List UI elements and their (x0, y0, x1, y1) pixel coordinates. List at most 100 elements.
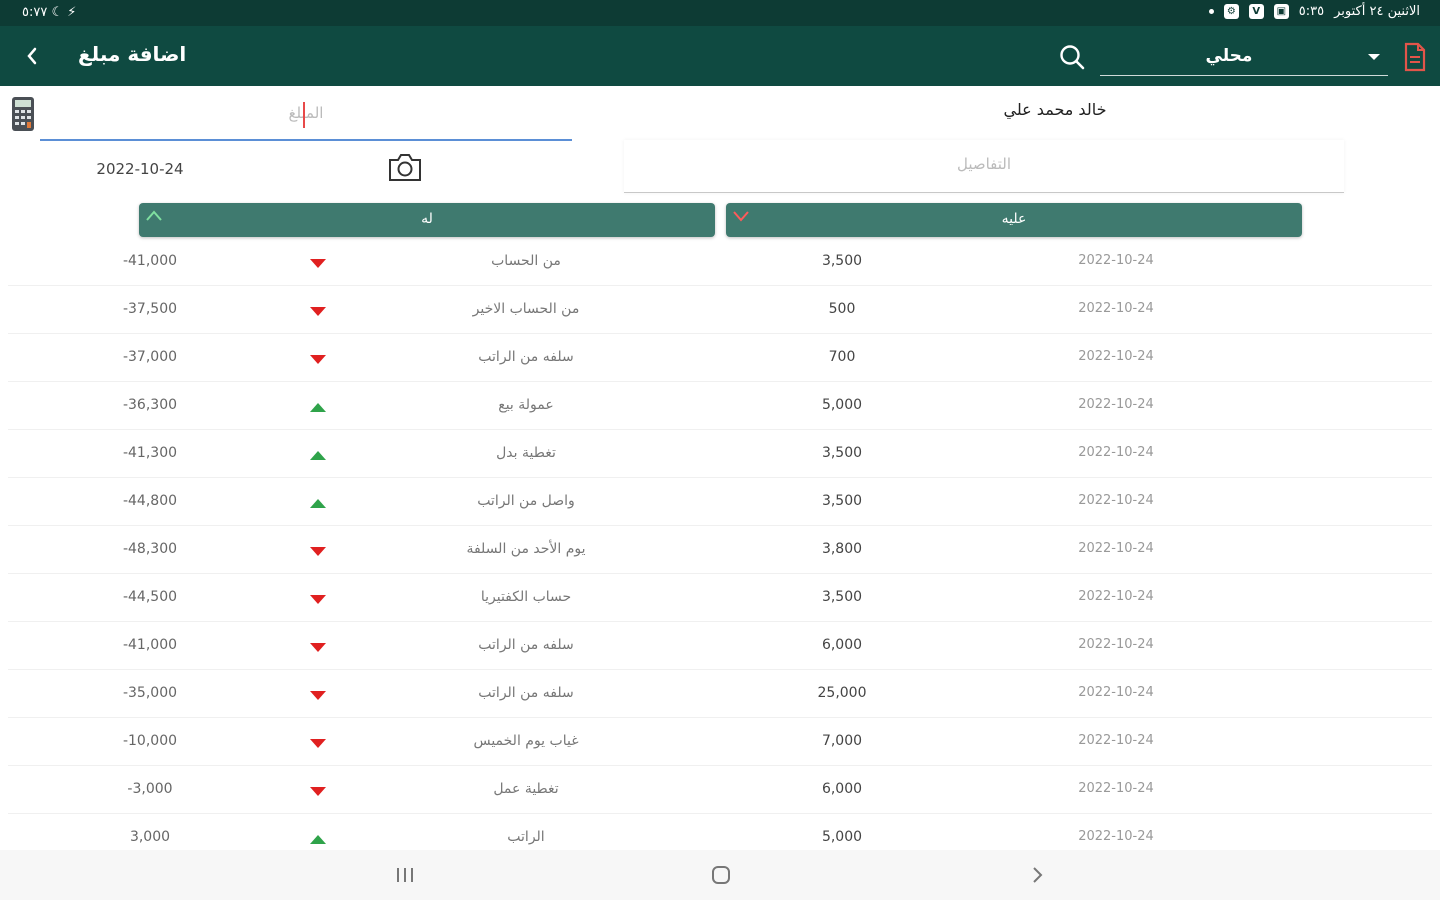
status-date: الاثنين ٢٤ أكتوبر (1334, 4, 1420, 19)
camera-icon (389, 154, 421, 181)
status-time-left: ٥:٧٧ ☾ ⚡ (22, 5, 77, 20)
search-icon (1060, 45, 1085, 70)
row-date: 2022-10-24 (1078, 781, 1154, 796)
table-row[interactable]: -41,000 سلفه من الراتب 6,000 2022-10-24 (8, 622, 1432, 670)
table-row[interactable]: -36,300 عمولة بيع 5,000 2022-10-24 (8, 382, 1432, 430)
chevron-right-icon (1033, 867, 1043, 883)
settings-notification-icon: ⚙ (1223, 4, 1239, 19)
camera-button[interactable] (386, 150, 424, 184)
table-row[interactable]: -48,300 يوم الأحد من السلفة 3,800 2022-10-2… (8, 526, 1432, 574)
red-triangle-down-icon (310, 307, 326, 316)
table-row[interactable]: 3,000 الراتب 5,000 2022-10-24 (8, 814, 1432, 850)
currency-selected-value: محلي (1205, 46, 1253, 66)
text-cursor (303, 102, 305, 128)
row-amount: 3,800 (821, 541, 863, 557)
pdf-export-button[interactable] (1400, 40, 1430, 74)
system-nav-bar (0, 850, 1440, 900)
red-triangle-down-icon (310, 643, 326, 652)
arrow-up-icon (308, 832, 328, 848)
row-amount: 7,000 (821, 733, 863, 749)
red-triangle-down-icon (310, 691, 326, 700)
status-time: ٥:٣٥ (1298, 4, 1325, 19)
row-balance: -35,000 (122, 685, 178, 701)
home-button[interactable] (706, 862, 736, 888)
row-description: من الحساب (491, 253, 561, 269)
row-date: 2022-10-24 (1078, 685, 1154, 700)
row-balance: 3,000 (129, 829, 171, 845)
amount-input[interactable]: المبلغ (40, 94, 572, 141)
table-row[interactable]: -3,000 تغطية عمل 6,000 2022-10-24 (8, 766, 1432, 814)
table-row[interactable]: -41,300 تغطية بدل 3,500 2022-10-24 (8, 430, 1432, 478)
arrow-down-icon (308, 256, 328, 272)
red-triangle-down-icon (310, 595, 326, 604)
arrow-down-icon (308, 592, 328, 608)
table-row[interactable]: -37,000 سلفه من الراتب 700 2022-10-24 (8, 334, 1432, 382)
row-balance: -10,000 (122, 733, 178, 749)
green-triangle-up-icon (310, 403, 326, 412)
row-balance: -3,000 (127, 781, 173, 797)
arrow-up-icon (308, 400, 328, 416)
search-button[interactable] (1056, 41, 1088, 73)
row-amount: 3,500 (821, 253, 863, 269)
table-row[interactable]: -41,000 من الحساب 3,500 2022-10-24 (8, 238, 1432, 286)
red-triangle-down-icon (310, 355, 326, 364)
green-triangle-up-icon (310, 835, 326, 844)
row-date: 2022-10-24 (1078, 493, 1154, 508)
recents-icon (397, 868, 413, 882)
row-amount: 6,000 (821, 781, 863, 797)
arrow-down-icon (308, 688, 328, 704)
row-amount: 500 (828, 301, 856, 317)
row-description: من الحساب الاخير (472, 301, 580, 317)
row-date: 2022-10-24 (1078, 637, 1154, 652)
table-row[interactable]: -35,000 سلفه من الراتب 25,000 2022-10-24 (8, 670, 1432, 718)
row-description: تغطية بدل (496, 445, 556, 461)
table-row[interactable]: -37,500 من الحساب الاخير 500 2022-10-24 (8, 286, 1432, 334)
red-triangle-down-icon (310, 547, 326, 556)
row-date: 2022-10-24 (1078, 349, 1154, 364)
row-date: 2022-10-24 (1078, 445, 1154, 460)
debit-alayh-button[interactable]: عليه (726, 203, 1302, 237)
table-row[interactable]: -10,000 غياب يوم الخميس 7,000 2022-10-24 (8, 718, 1432, 766)
arrow-down-icon (308, 544, 328, 560)
status-right-group: الاثنين ٢٤ أكتوبر ٥:٣٥ ▣ V ⚙ (1208, 4, 1420, 19)
row-description: الراتب (507, 829, 545, 845)
row-description: سلفه من الراتب (478, 685, 574, 701)
currency-select[interactable]: محلي (1100, 42, 1388, 76)
row-date: 2022-10-24 (1078, 589, 1154, 604)
arrow-up-icon (308, 496, 328, 512)
row-balance: -37,500 (122, 301, 178, 317)
arrow-down-icon (308, 640, 328, 656)
gallery-notification-icon: ▣ (1273, 4, 1289, 19)
calculator-icon (12, 97, 34, 131)
table-row[interactable]: -44,800 واصل من الراتب 3,500 2022-10-24 (8, 478, 1432, 526)
row-description: سلفه من الراتب (478, 637, 574, 653)
arrow-down-icon (308, 784, 328, 800)
debit-alayh-label: عليه (1001, 211, 1027, 227)
row-balance: -48,300 (122, 541, 178, 557)
row-balance: -37,000 (122, 349, 178, 365)
back-button[interactable] (16, 40, 48, 72)
row-balance: -41,000 (122, 637, 178, 653)
row-amount: 3,500 (821, 445, 863, 461)
transactions-list[interactable]: -41,000 من الحساب 3,500 2022-10-24 -37,500 من… (8, 238, 1432, 850)
details-placeholder: التفاصيل (956, 155, 1012, 173)
red-triangle-down-icon (310, 787, 326, 796)
recents-button[interactable] (390, 862, 420, 888)
chevron-left-icon (27, 47, 37, 65)
nav-back-button[interactable] (1022, 862, 1052, 888)
row-balance: -44,800 (122, 493, 178, 509)
green-triangle-up-icon (310, 499, 326, 508)
row-date: 2022-10-24 (1078, 829, 1154, 844)
details-input[interactable]: التفاصيل (624, 140, 1344, 193)
row-description: حساب الكفتيريا (480, 589, 572, 605)
credit-lah-button[interactable]: له (139, 203, 715, 237)
row-description: واصل من الراتب (477, 493, 575, 509)
app-bar: اضافة مبلغ محلي (0, 26, 1440, 86)
pdf-document-icon (1404, 42, 1426, 72)
calculator-button[interactable] (10, 96, 36, 132)
table-row[interactable]: -44,500 حساب الكفتيريا 3,500 2022-10-24 (8, 574, 1432, 622)
date-picker[interactable]: 2022-10-24 (60, 160, 220, 178)
row-amount: 5,000 (821, 829, 863, 845)
row-balance: -41,300 (122, 445, 178, 461)
row-amount: 6,000 (821, 637, 863, 653)
